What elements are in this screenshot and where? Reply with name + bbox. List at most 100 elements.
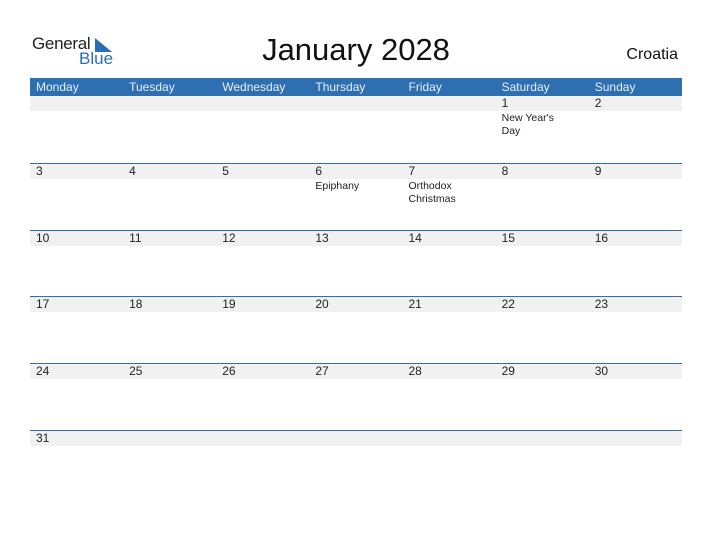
day-cell: 12: [216, 231, 310, 298]
week-row: 31: [30, 430, 682, 498]
day-cell: 27: [309, 364, 403, 431]
day-cell: 26: [216, 364, 310, 431]
day-number: 24: [30, 364, 124, 379]
day-cell: [588, 431, 682, 498]
day-cell: 19: [216, 297, 310, 364]
day-number: [588, 431, 682, 446]
day-number: 8: [495, 164, 589, 179]
day-cell: 15: [495, 231, 589, 298]
day-number: [495, 431, 589, 446]
day-number: 26: [216, 364, 310, 379]
day-cell: 6 Epiphany: [309, 164, 403, 231]
day-number: 2: [588, 96, 682, 111]
day-number: 21: [402, 297, 496, 312]
day-number: 9: [588, 164, 682, 179]
day-cell: 9: [588, 164, 682, 231]
day-number: 6: [309, 164, 403, 179]
day-cell: 8: [495, 164, 589, 231]
day-number: [216, 96, 310, 111]
day-number: 28: [402, 364, 496, 379]
day-cell: 18: [123, 297, 217, 364]
country-label: Croatia: [626, 46, 678, 63]
day-number: 18: [123, 297, 217, 312]
day-cell: 17: [30, 297, 124, 364]
day-number: 30: [588, 364, 682, 379]
day-number: [123, 96, 217, 111]
day-number: [30, 96, 124, 111]
weekday-header: Monday Tuesday Wednesday Thursday Friday…: [30, 78, 682, 96]
week-row: 10 11 12 13 14 15 16: [30, 230, 682, 298]
day-number: 11: [123, 231, 217, 246]
day-cell: [495, 431, 589, 498]
day-number: 31: [30, 431, 124, 446]
day-cell: 10: [30, 231, 124, 298]
day-cell: [123, 96, 217, 163]
day-cell: 2: [588, 96, 682, 163]
day-number: 15: [495, 231, 589, 246]
holiday-label: Epiphany: [315, 180, 360, 192]
day-cell: 7 Orthodox Christmas: [402, 164, 496, 231]
day-cell: 31: [30, 431, 124, 498]
day-cell: 30: [588, 364, 682, 431]
day-cell: 16: [588, 231, 682, 298]
day-cell: 23: [588, 297, 682, 364]
week-row: 3 4 5 6 Epiphany 7 Orthodox Christmas 8 9: [30, 163, 682, 231]
day-number: [402, 96, 496, 111]
weekday-friday: Friday: [408, 80, 442, 94]
week-row: 17 18 19 20 21 22 23: [30, 296, 682, 364]
day-cell: 24: [30, 364, 124, 431]
weekday-tuesday: Tuesday: [129, 80, 175, 94]
day-cell: [216, 96, 310, 163]
day-number: 12: [216, 231, 310, 246]
day-number: 25: [123, 364, 217, 379]
day-cell: 1 New Year's Day: [495, 96, 589, 163]
day-cell: 22: [495, 297, 589, 364]
day-number: 29: [495, 364, 589, 379]
day-number: 1: [495, 96, 589, 111]
day-cell: 4: [123, 164, 217, 231]
day-number: 23: [588, 297, 682, 312]
day-number: 10: [30, 231, 124, 246]
day-cell: [309, 96, 403, 163]
day-cell: 20: [309, 297, 403, 364]
day-cell: [309, 431, 403, 498]
day-number: 19: [216, 297, 310, 312]
weekday-monday: Monday: [36, 80, 79, 94]
day-number: [309, 431, 403, 446]
day-number: [402, 431, 496, 446]
day-number: [216, 431, 310, 446]
day-number: 17: [30, 297, 124, 312]
day-cell: 29: [495, 364, 589, 431]
week-row: 24 25 26 27 28 29 30: [30, 363, 682, 431]
day-number: 20: [309, 297, 403, 312]
day-number: 22: [495, 297, 589, 312]
weekday-wednesday: Wednesday: [222, 80, 286, 94]
day-number: [309, 96, 403, 111]
day-number: 5: [216, 164, 310, 179]
week-row: 1 New Year's Day 2: [30, 96, 682, 163]
day-number: 14: [402, 231, 496, 246]
day-cell: [123, 431, 217, 498]
day-cell: 5: [216, 164, 310, 231]
day-cell: 21: [402, 297, 496, 364]
day-cell: [402, 96, 496, 163]
day-number: 4: [123, 164, 217, 179]
day-number: 27: [309, 364, 403, 379]
day-number: 13: [309, 231, 403, 246]
day-cell: 11: [123, 231, 217, 298]
weekday-sunday: Sunday: [594, 80, 636, 94]
day-cell: [216, 431, 310, 498]
day-cell: 14: [402, 231, 496, 298]
day-cell: [30, 96, 124, 163]
day-number: 3: [30, 164, 124, 179]
holiday-label: Orthodox Christmas: [408, 180, 456, 205]
day-number: 16: [588, 231, 682, 246]
day-cell: 25: [123, 364, 217, 431]
day-number: 7: [402, 164, 496, 179]
calendar-title: January 2028: [262, 32, 450, 67]
weekday-saturday: Saturday: [501, 80, 550, 94]
weekday-thursday: Thursday: [315, 80, 366, 94]
day-cell: [402, 431, 496, 498]
holiday-label: New Year's Day: [501, 112, 554, 137]
day-number: [123, 431, 217, 446]
